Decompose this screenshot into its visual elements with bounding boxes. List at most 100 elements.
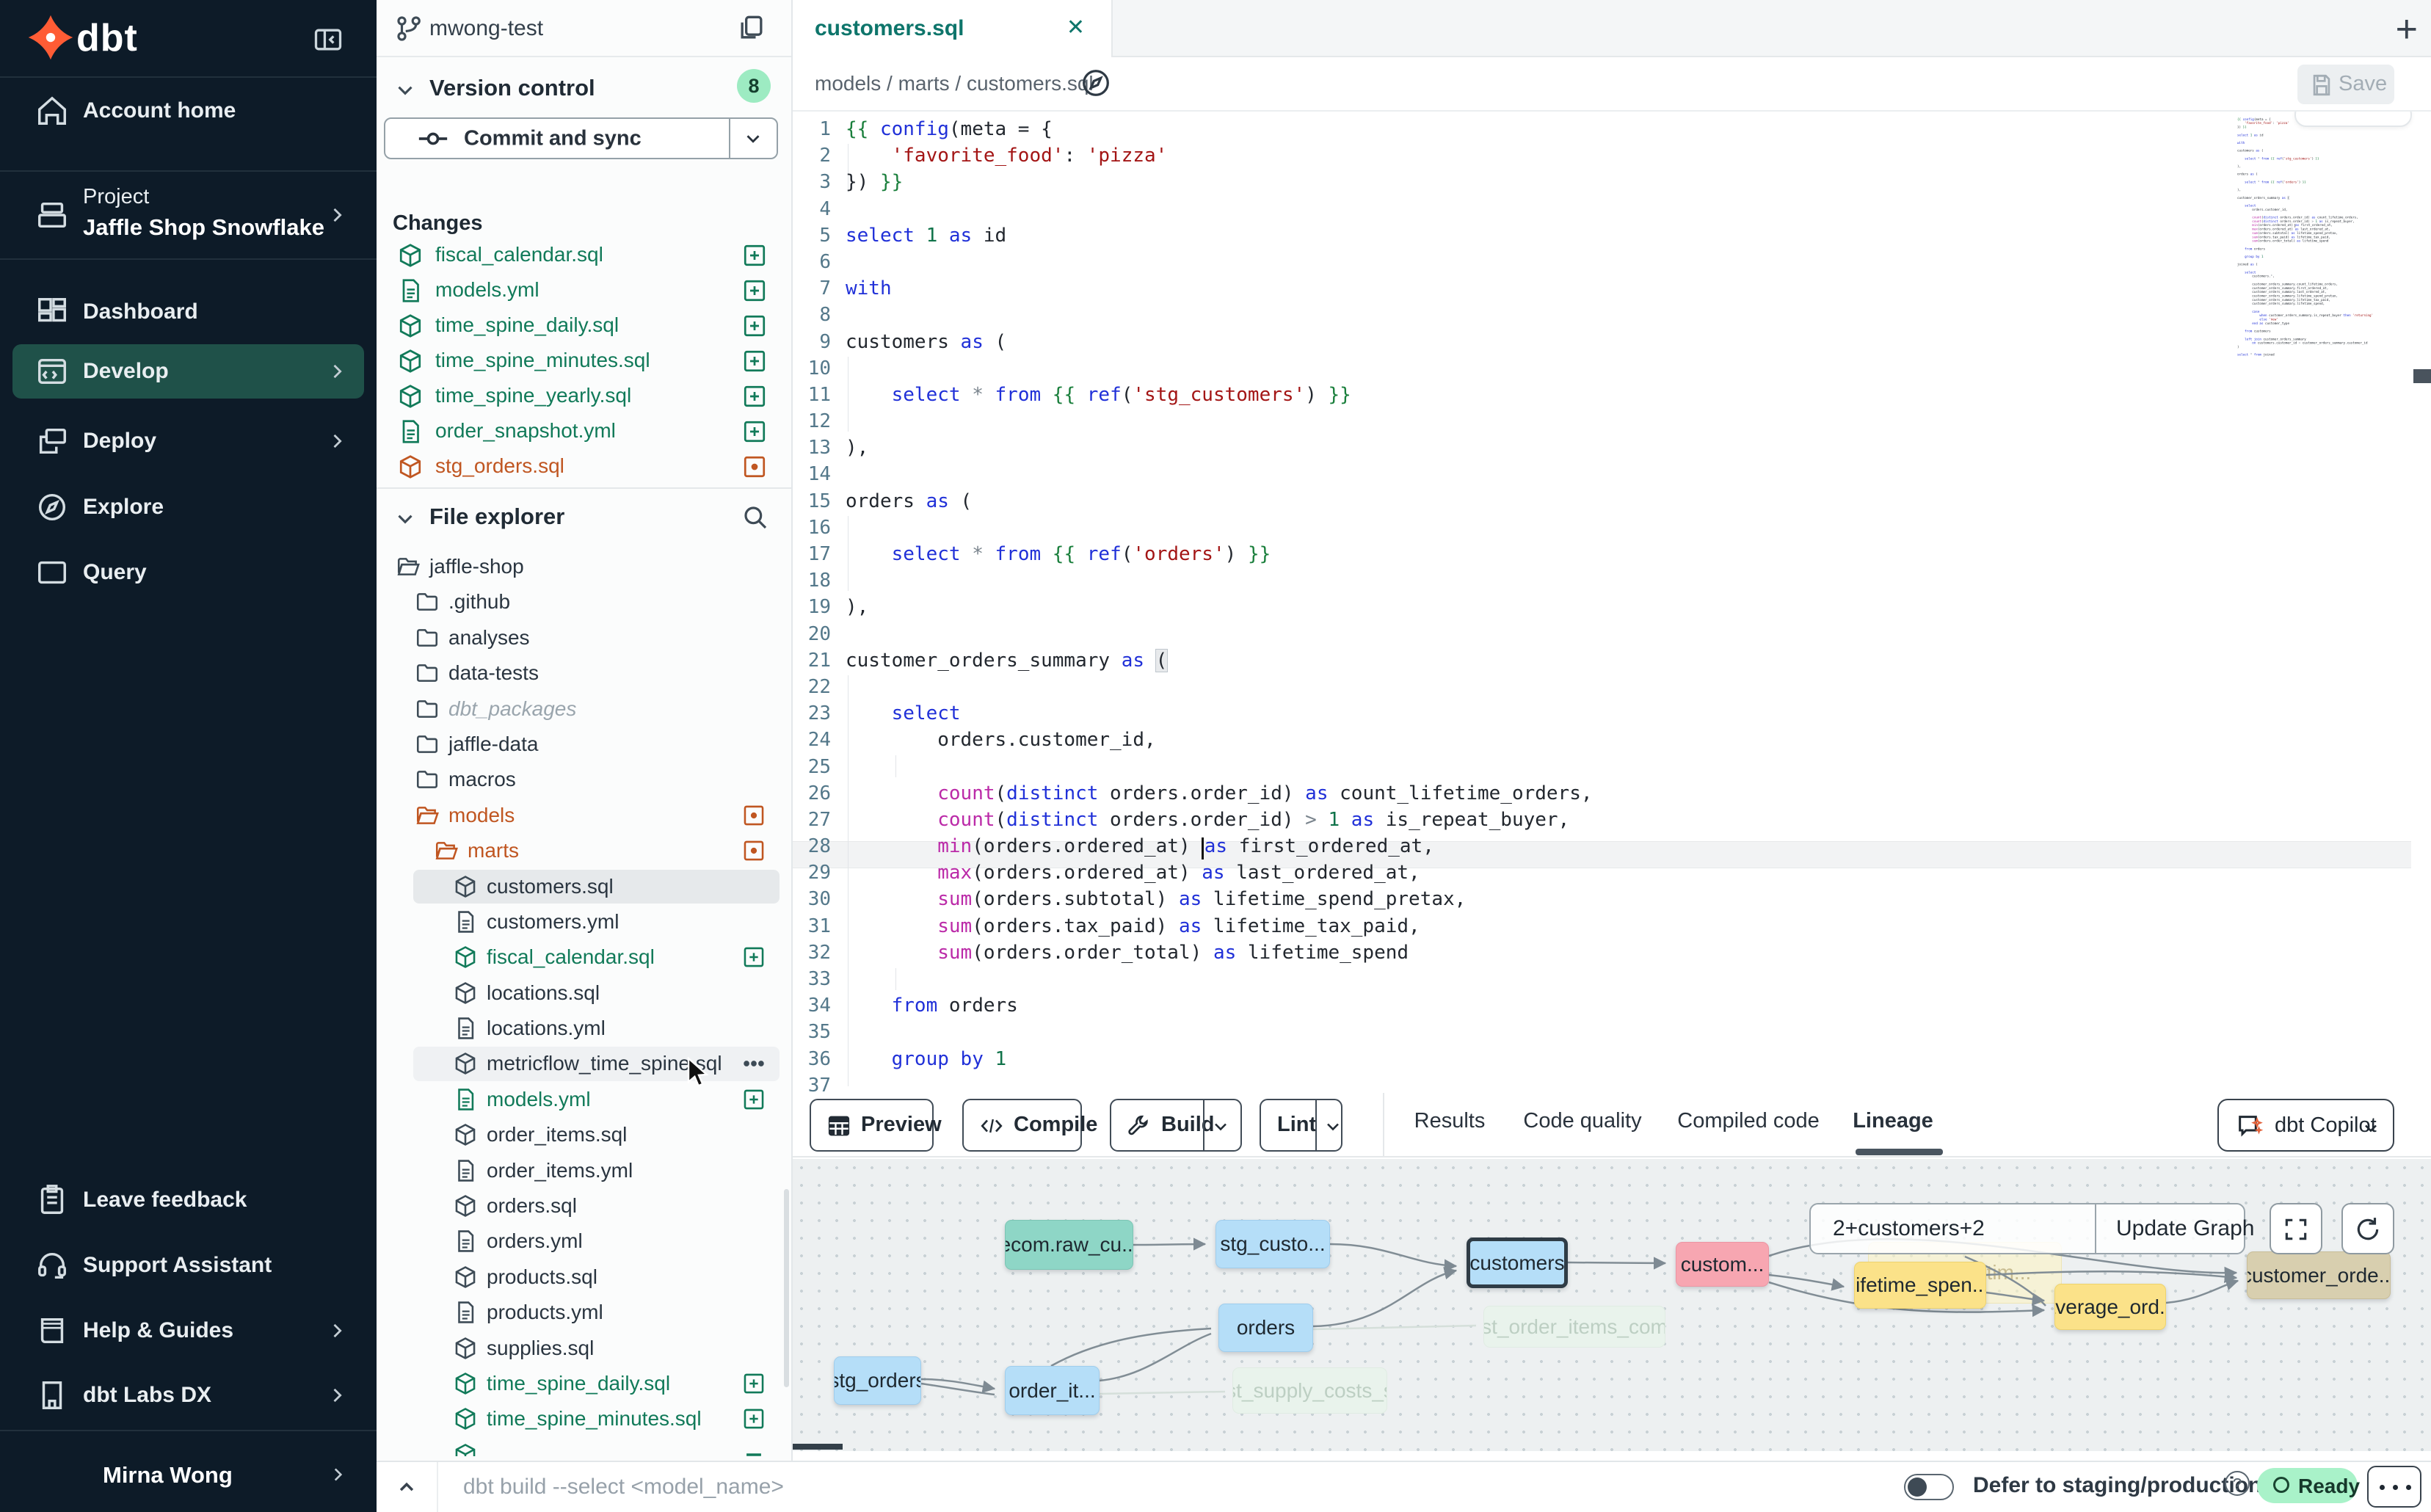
lineage-node-test-order-items-com-[interactable]: test_order_items_com... [1483, 1306, 1665, 1348]
lineage-node-stg-orders[interactable]: stg_orders [834, 1356, 921, 1405]
copy-icon[interactable] [735, 12, 768, 44]
tree-item-models-yml[interactable]: models.yml [377, 1082, 791, 1117]
sidebar-item-query[interactable]: Query [0, 539, 377, 606]
lineage-node-average-ord-[interactable]: average_ord... [2054, 1284, 2166, 1330]
change-row[interactable]: fiscal_calendar.sql [377, 238, 791, 273]
modified-dot-icon[interactable] [741, 454, 768, 480]
defer-toggle[interactable] [1904, 1474, 1954, 1500]
tree-item-time-spine-minutes-sql[interactable]: time_spine_minutes.sql [377, 1401, 791, 1436]
stage-add-icon[interactable] [741, 348, 768, 374]
lineage-node-stg-custo-[interactable]: stg_custo... [1216, 1220, 1330, 1268]
search-icon[interactable] [740, 502, 769, 531]
close-icon[interactable]: ✕ [1066, 15, 1085, 40]
lineage-node-test-supply-costs-s-[interactable]: test_supply_costs_s... [1232, 1367, 1387, 1414]
tree-item-orders-yml[interactable]: orders.yml [377, 1224, 791, 1259]
lineage-node-ecom-raw-cu-[interactable]: ecom.raw_cu... [1005, 1220, 1133, 1270]
tree-item--github[interactable]: .github [377, 584, 791, 619]
code-content[interactable]: {{ config(meta = { 'favorite_food': 'piz… [846, 116, 1593, 1093]
refresh-button[interactable] [2341, 1203, 2394, 1254]
tree-item-macros[interactable]: macros [377, 762, 791, 797]
tab-lineage[interactable]: Lineage [1853, 1109, 1933, 1133]
stage-add-icon[interactable] [741, 945, 766, 970]
more-options-icon[interactable] [741, 1051, 766, 1076]
tree-item-metricflow-time-spine-sql[interactable]: metricflow_time_spine.sql [377, 1046, 791, 1081]
tree-item-analyses[interactable]: analyses [377, 620, 791, 655]
panel-scrollbar[interactable] [784, 1189, 789, 1387]
tree-item-time-spine-daily-sql[interactable]: time_spine_daily.sql [377, 1366, 791, 1401]
sidebar-item-project[interactable]: Project Jaffle Shop Snowflake [0, 172, 377, 258]
lineage-node-customers[interactable]: customers [1467, 1237, 1568, 1288]
tree-item-marts[interactable]: marts [377, 833, 791, 868]
help-circle-icon[interactable]: ? [2225, 1471, 2250, 1496]
stage-add-icon[interactable] [741, 418, 768, 445]
change-row[interactable]: order_snapshot.yml [377, 414, 791, 449]
tree-item-jaffle-shop[interactable]: jaffle-shop [377, 549, 791, 584]
chevron-down-icon[interactable] [1210, 1116, 1231, 1137]
save-button[interactable]: Save [2297, 65, 2394, 104]
stage-add-icon[interactable] [741, 242, 768, 269]
tree-item-partial[interactable] [377, 1437, 791, 1456]
tab-customers-sql[interactable]: customers.sql ✕ [793, 0, 1113, 57]
lineage-search-input[interactable]: 2+customers+2 [1833, 1216, 1985, 1241]
lineage-node-custom-[interactable]: custom... [1676, 1242, 1769, 1287]
tree-item-models[interactable]: models [377, 798, 791, 833]
preview-button[interactable]: Preview [810, 1099, 934, 1152]
sidebar-item-dashboard[interactable]: Dashboard [0, 279, 377, 345]
change-row[interactable]: time_spine_minutes.sql [377, 344, 791, 379]
chevron-down-icon[interactable] [1323, 1116, 1343, 1137]
stage-add-icon[interactable] [741, 1406, 766, 1431]
new-tab-button[interactable]: + [2396, 7, 2418, 51]
tree-item-data-tests[interactable]: data-tests [377, 655, 791, 691]
update-graph-button[interactable]: Update Graph [2116, 1216, 2245, 1241]
code-editor[interactable]: 1234567891011121314151617181920212223242… [793, 112, 2431, 1093]
sidebar-item-deploy[interactable]: Deploy [0, 408, 377, 474]
build-button[interactable]: Build [1110, 1099, 1242, 1152]
lineage-node-customer-orde-[interactable]: customer_orde... [2247, 1251, 2391, 1299]
change-row[interactable]: time_spine_yearly.sql [377, 379, 791, 414]
unstage-icon[interactable] [741, 1442, 766, 1456]
fullscreen-button[interactable] [2270, 1203, 2322, 1254]
tree-item-dbt-packages[interactable]: dbt_packages [377, 691, 791, 727]
sidebar-user-row[interactable]: Mirna Wong [0, 1439, 377, 1505]
change-row[interactable]: time_spine_daily.sql [377, 308, 791, 344]
sidebar-item-leave-feedback[interactable]: Leave feedback [0, 1167, 377, 1233]
compass-icon[interactable] [1079, 66, 1113, 100]
caret-up-icon[interactable] [393, 1474, 421, 1502]
stage-add-icon[interactable] [741, 277, 768, 304]
sidebar-item-develop[interactable]: Develop [12, 344, 364, 399]
tree-item-jaffle-data[interactable]: jaffle-data [377, 727, 791, 762]
tree-item-order-items-sql[interactable]: order_items.sql [377, 1117, 791, 1152]
tab-code-quality[interactable]: Code quality [1523, 1109, 1641, 1133]
branch-name[interactable]: mwong-test [429, 16, 543, 41]
tab-compiled-code[interactable]: Compiled code [1677, 1109, 1819, 1133]
stage-add-icon[interactable] [741, 383, 768, 410]
sidebar-item-explore[interactable]: Explore [0, 474, 377, 540]
minimap[interactable]: {{ config(meta = { 'favorite_food': 'piz… [2237, 117, 2410, 1079]
sidebar-item-dbt-labs-dx[interactable]: dbt Labs DX [0, 1362, 377, 1428]
dbt-copilot-button[interactable]: dbt Copilot [2217, 1099, 2394, 1152]
sidebar-item-support-assistant[interactable]: Support Assistant [0, 1232, 377, 1298]
commit-and-sync-button[interactable]: Commit and sync [384, 117, 778, 159]
change-row[interactable]: models.yml [377, 273, 791, 308]
command-input[interactable]: dbt build --select <model_name> [463, 1475, 784, 1500]
tree-item-products-yml[interactable]: products.yml [377, 1295, 791, 1330]
tree-item-supplies-sql[interactable]: supplies.sql [377, 1331, 791, 1366]
ready-status-badge[interactable]: Ready [2257, 1468, 2358, 1503]
editor-scrollbar[interactable] [2413, 369, 2431, 383]
lint-button[interactable]: Lint [1260, 1099, 1342, 1152]
chevron-down-icon[interactable] [742, 128, 764, 150]
file-explorer-header[interactable]: File explorer [377, 496, 791, 540]
sidebar-collapse-icon[interactable] [312, 23, 344, 56]
lineage-node-orders[interactable]: orders [1218, 1304, 1313, 1352]
tree-item-products-sql[interactable]: products.sql [377, 1260, 791, 1295]
lineage-hscrollbar[interactable] [793, 1444, 843, 1450]
stage-add-icon[interactable] [741, 1371, 766, 1396]
lineage-graph[interactable]: count_lifetim...ecom.raw_cu...stg_custo.… [793, 1159, 2431, 1451]
lineage-node-lifetime-spen-[interactable]: lifetime_spen... [1854, 1262, 1986, 1309]
sidebar-item-help-guides[interactable]: Help & Guides [0, 1298, 377, 1364]
stage-add-icon[interactable] [741, 313, 768, 339]
tree-item-locations-sql[interactable]: locations.sql [377, 975, 791, 1011]
tree-item-fiscal-calendar-sql[interactable]: fiscal_calendar.sql [377, 939, 791, 975]
change-row[interactable]: stg_orders.sql [377, 449, 791, 484]
tree-item-orders-sql[interactable]: orders.sql [377, 1188, 791, 1224]
